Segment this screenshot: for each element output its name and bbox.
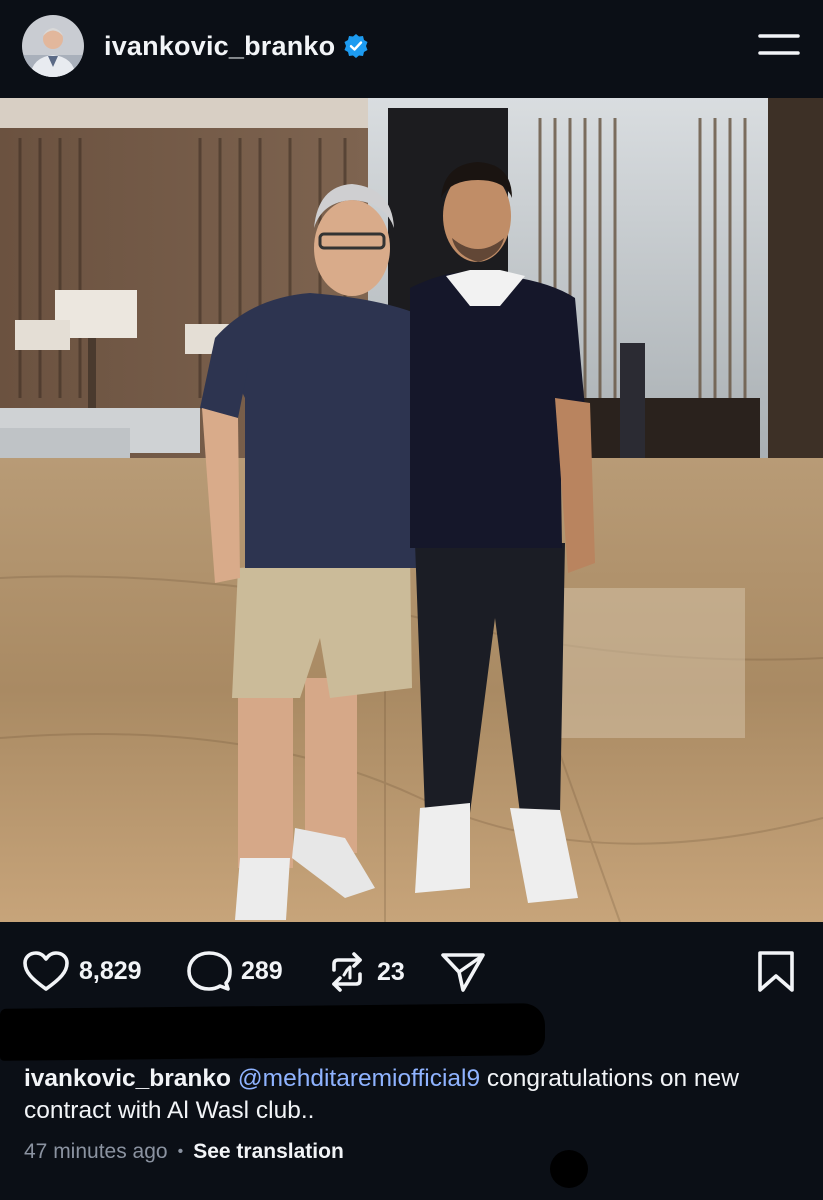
caption-mention[interactable]: @mehditaremiofficial9 bbox=[238, 1065, 480, 1092]
meta-separator: • bbox=[177, 1143, 184, 1160]
share-paper-plane-icon bbox=[441, 953, 485, 992]
comment-bubble-icon bbox=[187, 951, 232, 991]
verified-badge-icon bbox=[344, 34, 368, 58]
avatar[interactable] bbox=[22, 15, 84, 77]
repost-button[interactable]: 23 bbox=[326, 950, 405, 994]
heart-icon bbox=[23, 951, 69, 991]
post-timestamp: 47 minutes ago bbox=[24, 1140, 168, 1163]
post-meta: 47 minutes ago • See translation bbox=[24, 1140, 344, 1164]
redacted-bar bbox=[0, 1003, 545, 1061]
comment-button[interactable]: 289 bbox=[186, 950, 283, 992]
see-translation-link[interactable]: See translation bbox=[193, 1140, 344, 1164]
repost-icon bbox=[332, 952, 362, 992]
post-header: ivankovic_branko bbox=[0, 0, 823, 98]
hamburger-menu-icon[interactable] bbox=[757, 31, 801, 61]
bookmark-button[interactable] bbox=[756, 950, 796, 999]
post-caption: ivankovic_branko @mehditaremiofficial9 c… bbox=[24, 1063, 804, 1127]
bookmark-icon bbox=[758, 951, 794, 992]
black-dot bbox=[550, 1150, 588, 1188]
post-photo[interactable] bbox=[0, 98, 823, 922]
like-count: 8,829 bbox=[79, 956, 142, 985]
comment-count: 289 bbox=[241, 956, 283, 985]
like-button[interactable]: 8,829 bbox=[22, 950, 142, 992]
repost-count: 23 bbox=[377, 957, 405, 986]
header-username[interactable]: ivankovic_branko bbox=[104, 31, 335, 62]
share-button[interactable] bbox=[440, 950, 486, 994]
post-view: ivankovic_branko 8,829 289 23 ivankovic_… bbox=[0, 0, 823, 1200]
caption-username[interactable]: ivankovic_branko bbox=[24, 1065, 231, 1092]
